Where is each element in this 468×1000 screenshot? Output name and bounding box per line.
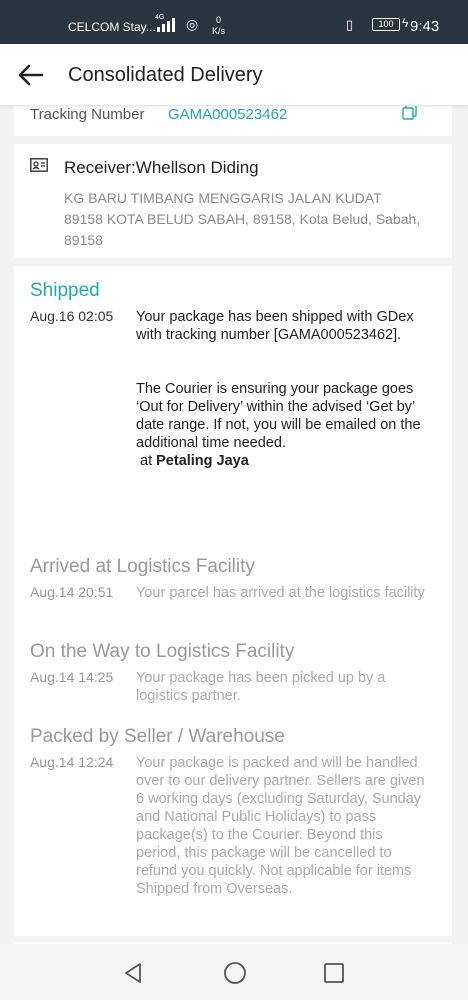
system-nav-bar <box>0 944 468 1000</box>
delivery-content[interactable]: Tracking Number GAMA000523462 Receiver:W… <box>0 106 468 944</box>
receiver-address: KG BARU TIMBANG MENGGARIS JALAN KUDAT 89… <box>64 190 421 248</box>
page-title: Consolidated Delivery <box>68 64 263 86</box>
hotspot-icon: ◎ <box>186 16 199 32</box>
entry-text: Your parcel has arrived at the logistics… <box>136 585 425 601</box>
timeline-entry: Aug.14 14:25 Your package has been picke… <box>30 669 426 705</box>
status-bar: CELCOM Stay... 4G ◎ 0 K/s ▯ 100 ϟ 9:43 <box>0 0 468 44</box>
app-bar: Consolidated Delivery <box>0 44 468 106</box>
entry-time: Aug.14 12:24 <box>30 754 114 770</box>
timeline-stage-arrived: Arrived at Logistics Facility Aug.14 20:… <box>30 556 426 602</box>
circle-home-icon <box>224 962 246 984</box>
timeline-entry: Aug.14 20:51 Your parcel has arrived at … <box>30 584 426 602</box>
tracking-number-label: Tracking Number <box>30 106 145 123</box>
contact-card-icon <box>30 158 48 172</box>
carrier-name: CELCOM Stay... <box>68 20 156 34</box>
triangle-back-icon <box>125 963 141 983</box>
tracking-timeline: Shipped Aug.16 02:05 Your package has be… <box>14 266 452 936</box>
arrow-left-icon <box>18 64 44 86</box>
battery-icon: 100 <box>372 18 400 31</box>
timeline-stage-packed: Packed by Seller / Warehouse Aug.14 12:2… <box>30 726 426 898</box>
stage-title: Packed by Seller / Warehouse <box>30 726 285 747</box>
receiver-card: Receiver:Whellson Diding KG BARU TIMBANG… <box>14 144 452 258</box>
timeline-stage-shipped: Shipped Aug.16 02:05 Your package has be… <box>30 280 426 470</box>
stage-title: On the Way to Logistics Facility <box>30 641 295 662</box>
entry-text-shipped: Your package has been shipped with GDex … <box>136 309 414 343</box>
square-recents-icon <box>324 963 344 983</box>
entry-location: Petaling Jaya <box>156 453 249 469</box>
stage-title: Arrived at Logistics Facility <box>30 556 255 577</box>
timeline-entry: Aug.14 12:24 Your package is packed and … <box>30 754 426 898</box>
entry-time: Aug.14 20:51 <box>30 584 114 600</box>
nav-home-button[interactable] <box>223 961 247 985</box>
tracking-number-value[interactable]: GAMA000523462 <box>168 106 287 123</box>
network-speed: 0 K/s <box>212 15 225 37</box>
back-button[interactable] <box>14 60 46 90</box>
entry-text: Your package is packed and will be handl… <box>136 755 425 897</box>
entry-text-courier: The Courier is ensuring your package goe… <box>136 381 421 451</box>
speed-value: 0 <box>216 15 222 25</box>
tracking-card: Tracking Number GAMA000523462 <box>14 106 452 136</box>
entry-text: Your package has been shipped with GDex … <box>136 308 426 470</box>
battery-level: 100 <box>378 19 394 29</box>
charging-icon: ϟ <box>402 16 409 30</box>
timeline-entry: Aug.16 02:05 Your package has been shipp… <box>30 308 426 470</box>
timeline-stage-on-the-way: On the Way to Logistics Facility Aug.14 … <box>30 641 426 705</box>
network-type: 4G <box>155 14 165 21</box>
clock: 9:43 <box>410 18 440 35</box>
stage-title: Shipped <box>30 280 100 301</box>
vibrate-icon: ▯ <box>346 17 354 32</box>
copy-icon[interactable] <box>402 106 418 120</box>
entry-text: Your package has been picked up by a log… <box>136 670 386 704</box>
nav-back-button[interactable] <box>122 962 144 984</box>
receiver-name: Receiver:Whellson Diding <box>64 158 259 177</box>
speed-unit: K/s <box>212 26 226 36</box>
nav-recents-button[interactable] <box>323 962 345 984</box>
entry-time: Aug.14 14:25 <box>30 669 114 685</box>
entry-time: Aug.16 02:05 <box>30 308 114 324</box>
signal-icon: 4G <box>155 14 175 32</box>
location-prefix: at <box>140 453 153 469</box>
